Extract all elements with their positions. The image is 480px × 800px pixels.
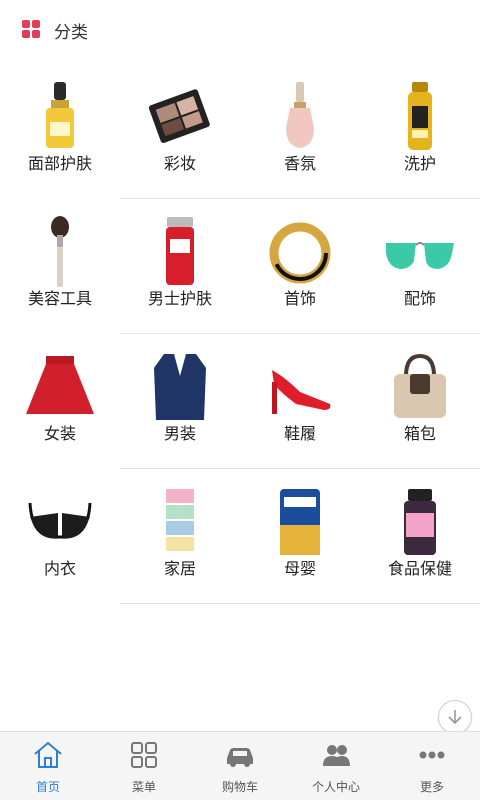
category-label: 母婴 — [283, 559, 316, 578]
category-item-mother-baby[interactable]: 母婴 — [240, 469, 360, 603]
category-item-facial-skincare[interactable]: 面部护肤 — [0, 64, 120, 198]
category-label: 配饰 — [403, 289, 436, 308]
category-item-food-health[interactable]: 食品保健 — [360, 469, 480, 603]
category-row: 美容工具 男士护肤 首饰 配饰 — [0, 199, 480, 334]
category-item-home[interactable]: 家居 — [120, 469, 240, 603]
skirt-icon — [26, 356, 94, 414]
serum-bottle-icon — [46, 82, 74, 148]
category-item-womenswear[interactable]: 女装 — [0, 334, 120, 468]
tab-home[interactable]: 首页 — [0, 732, 96, 800]
category-item-accessories[interactable]: 配饰 — [360, 199, 480, 333]
category-label: 首饰 — [283, 289, 316, 308]
tab-label: 购物车 — [221, 780, 258, 794]
page-title: 分类 — [54, 23, 88, 43]
category-label: 家居 — [163, 559, 196, 578]
category-label: 香氛 — [283, 154, 316, 173]
category-item-fragrance[interactable]: 香氛 — [240, 64, 360, 198]
category-logo-icon — [22, 20, 40, 38]
header: 分类 — [0, 0, 480, 60]
category-item-menswear[interactable]: 男装 — [120, 334, 240, 468]
tab-profile[interactable]: 个人中心 — [288, 732, 384, 800]
category-label: 美容工具 — [27, 289, 92, 308]
category-label: 面部护肤 — [27, 154, 92, 173]
bottom-tab-bar: 首页 菜单 购物车 个人中心 更多 — [0, 731, 480, 800]
car-icon — [227, 748, 253, 767]
row-divider — [120, 603, 480, 604]
makeup-brush-icon — [51, 216, 69, 287]
eyeshadow-palette-icon — [148, 89, 210, 143]
category-row: 女装 男装 鞋履 箱包 — [0, 334, 480, 469]
category-row: 内衣 家居 母婴 食品保健 — [0, 469, 480, 604]
tab-more[interactable]: 更多 — [384, 732, 480, 800]
category-label: 男士护肤 — [147, 289, 212, 308]
category-item-lingerie[interactable]: 内衣 — [0, 469, 120, 603]
perfume-bottle-icon — [286, 82, 314, 148]
tab-label: 菜单 — [131, 780, 156, 794]
blazer-icon — [154, 354, 206, 420]
category-item-shoes[interactable]: 鞋履 — [240, 334, 360, 468]
category-label: 鞋履 — [283, 424, 316, 443]
category-item-jewelry[interactable]: 首饰 — [240, 199, 360, 333]
scroll-down-button[interactable] — [438, 700, 472, 734]
men-skincare-can-icon — [166, 217, 194, 285]
home-icon — [34, 741, 62, 768]
category-label: 食品保健 — [387, 559, 452, 578]
category-label: 箱包 — [403, 424, 436, 443]
category-item-bags[interactable]: 箱包 — [360, 334, 480, 468]
category-row: 面部护肤 彩妆 香氛 洗护 — [0, 64, 480, 199]
category-item-makeup[interactable]: 彩妆 — [120, 64, 240, 198]
arrow-down-icon — [448, 710, 462, 725]
tab-menu[interactable]: 菜单 — [96, 732, 192, 800]
tab-label: 首页 — [35, 780, 60, 794]
category-label: 女装 — [43, 424, 76, 443]
high-heel-icon — [272, 370, 331, 414]
bra-icon — [28, 502, 92, 539]
handbag-icon — [394, 353, 446, 418]
category-label: 男装 — [163, 424, 196, 443]
tab-cart[interactable]: 购物车 — [192, 732, 288, 800]
category-grid: 面部护肤 彩妆 香氛 洗护 美容工具 男士护肤 首饰 配饰 女装 男装 鞋履 箱… — [0, 64, 480, 604]
category-label: 洗护 — [403, 154, 436, 173]
bracelet-icon — [269, 222, 331, 284]
supplement-bottle-icon — [404, 489, 436, 555]
more-dots-icon — [419, 751, 445, 759]
formula-can-icon — [280, 489, 320, 555]
category-label: 内衣 — [43, 559, 76, 578]
storage-drawers-icon — [166, 489, 194, 551]
category-item-beauty-tools[interactable]: 美容工具 — [0, 199, 120, 333]
sunglasses-icon — [386, 242, 454, 269]
grid-menu-icon — [131, 742, 157, 768]
category-item-haircare[interactable]: 洗护 — [360, 64, 480, 198]
tab-label: 个人中心 — [311, 780, 360, 794]
people-icon — [323, 745, 350, 766]
category-item-men-skincare[interactable]: 男士护肤 — [120, 199, 240, 333]
shampoo-bottle-icon — [408, 82, 432, 150]
tab-label: 更多 — [419, 780, 444, 794]
category-label: 彩妆 — [163, 154, 196, 173]
